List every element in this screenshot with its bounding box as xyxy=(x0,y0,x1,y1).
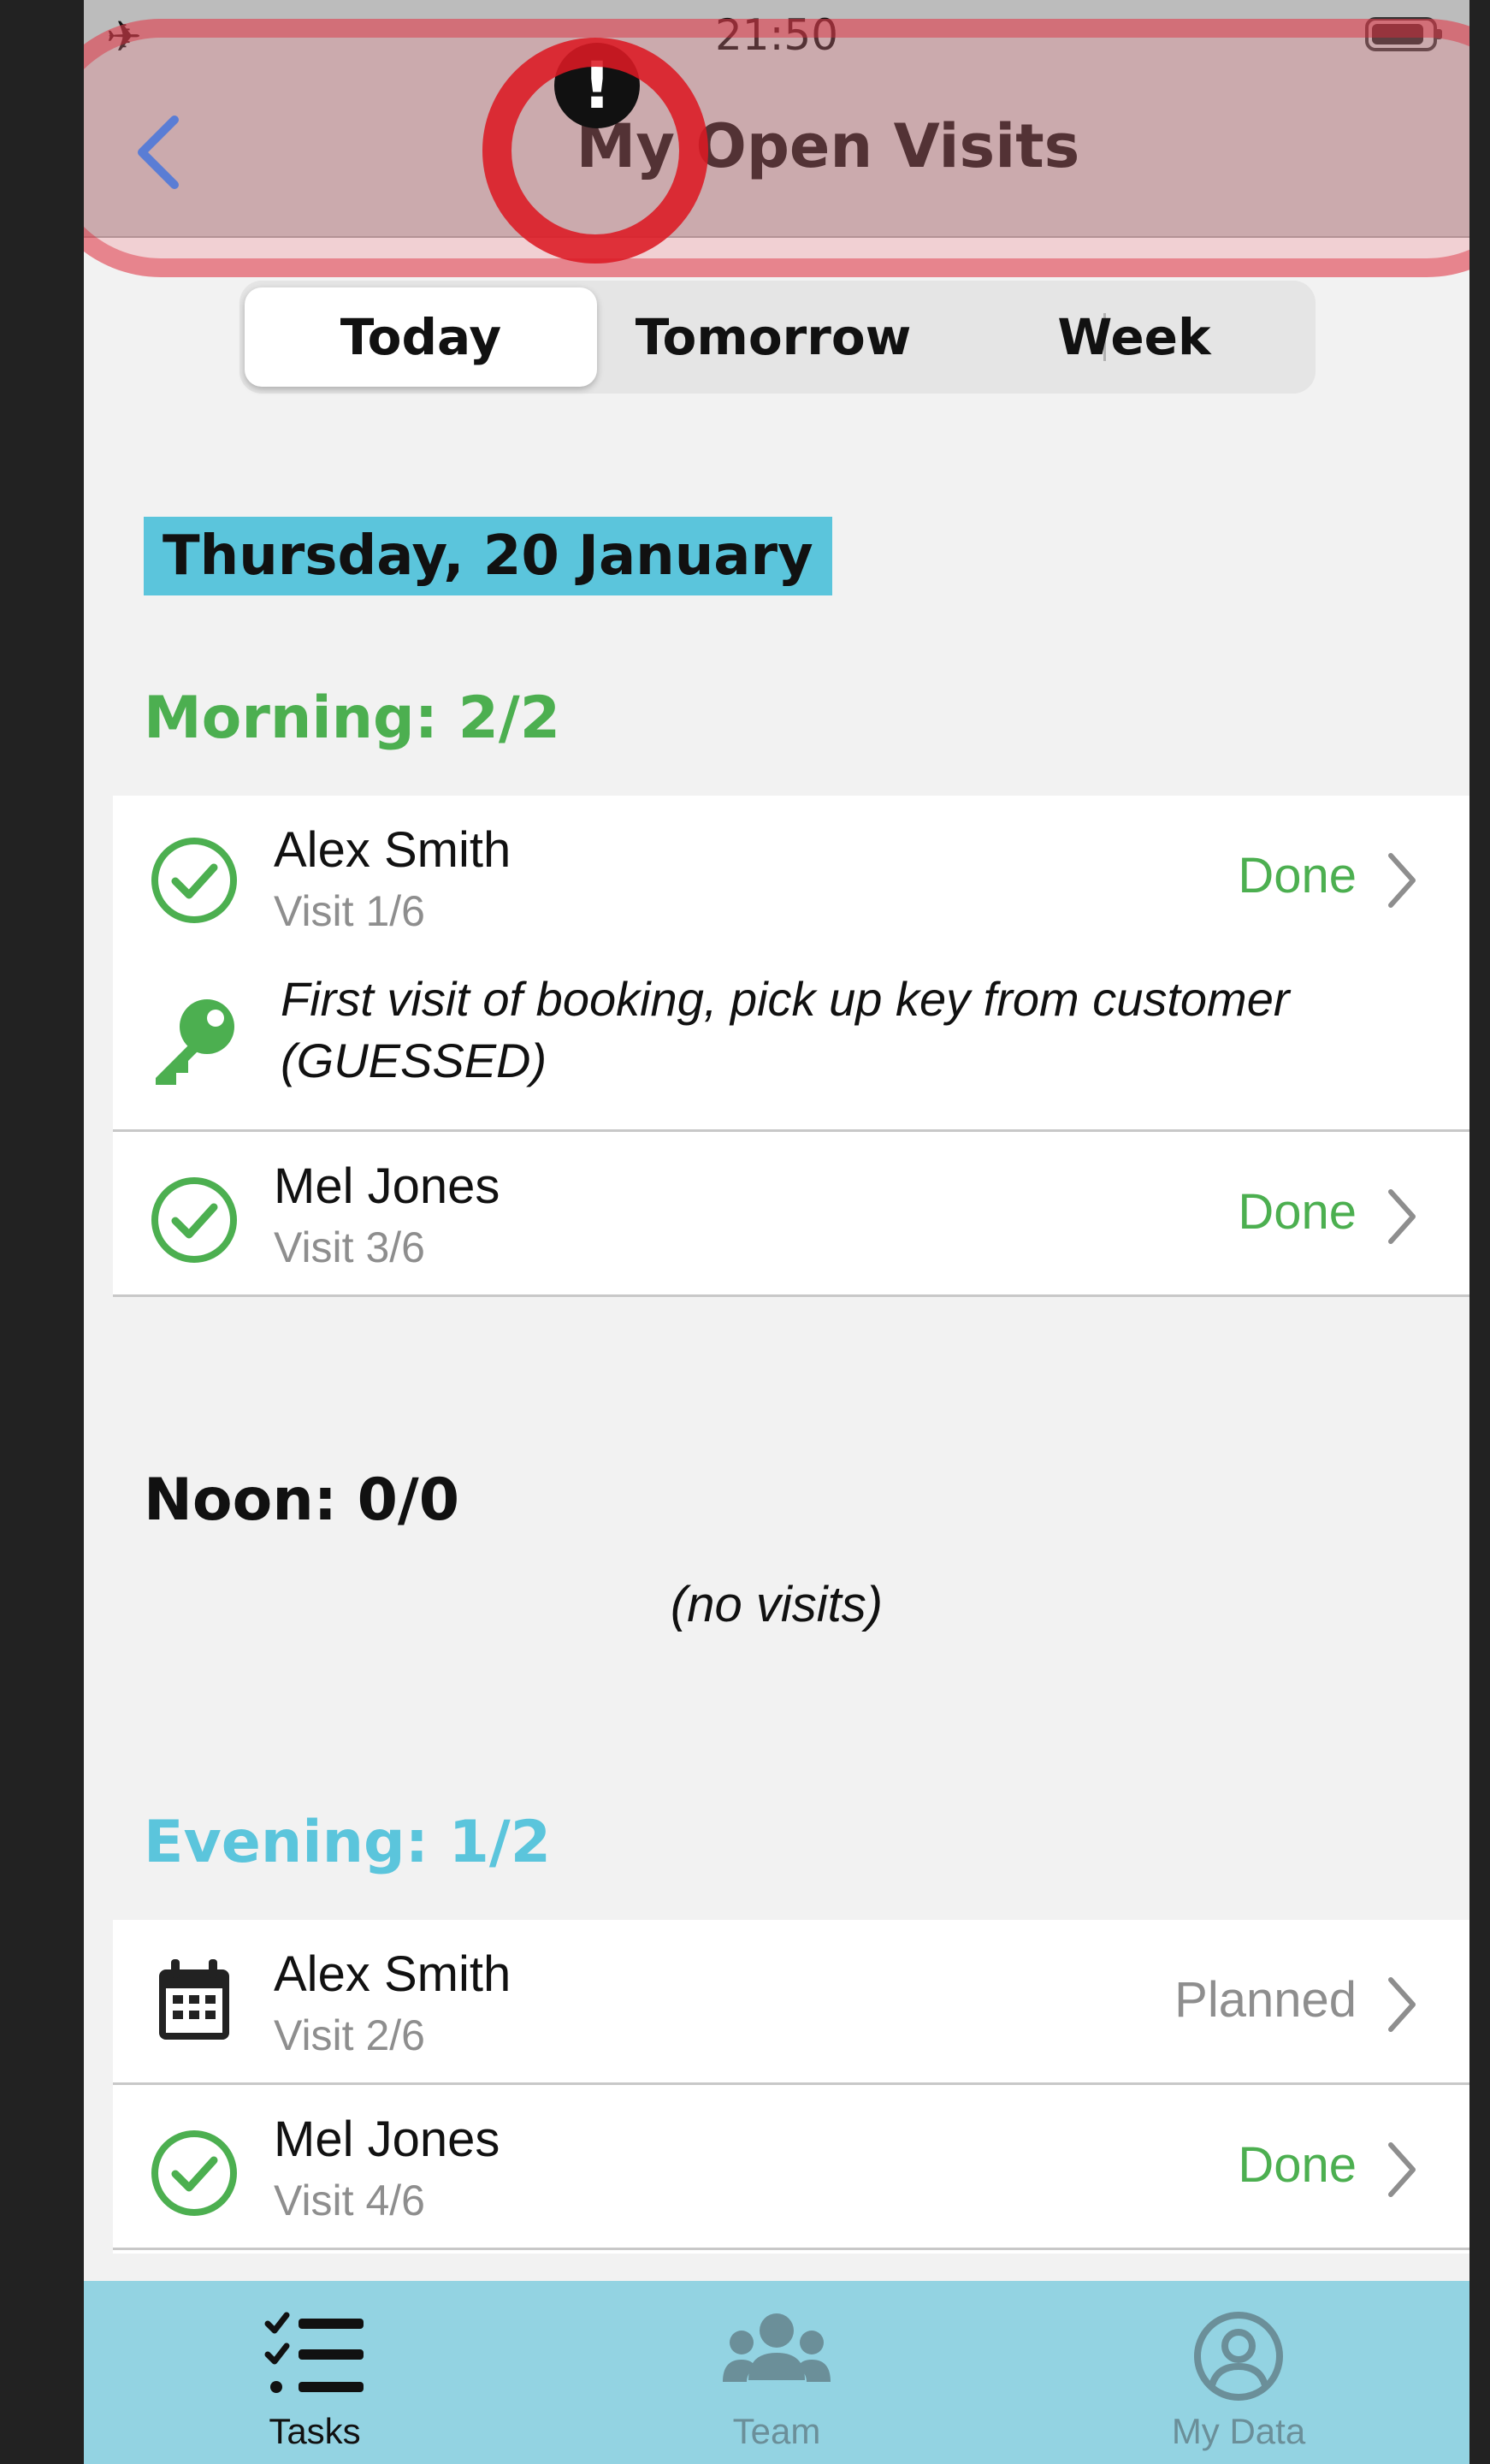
tasks-list-icon xyxy=(264,2312,364,2393)
segment-tomorrow[interactable]: Tomorrow xyxy=(597,287,949,387)
calendar-icon xyxy=(159,1959,229,2040)
tab-label: Tasks xyxy=(269,2411,361,2451)
segment-today[interactable]: Today xyxy=(245,287,597,387)
visit-number: Visit 2/6 xyxy=(274,2011,425,2059)
tab-bar: Tasks Team My Data xyxy=(84,2281,1469,2464)
row-divider xyxy=(113,2248,1469,2250)
visit-number: Visit 1/6 xyxy=(274,887,425,935)
visit-name: Mel Jones xyxy=(274,1158,500,1214)
row-divider xyxy=(113,1294,1469,1297)
visit-name: Mel Jones xyxy=(274,2112,500,2167)
visit-row[interactable]: Mel Jones Visit 3/6 Done xyxy=(113,1132,1469,1294)
tab-label: Team xyxy=(732,2411,821,2451)
check-circle-icon xyxy=(151,2130,237,2216)
tab-tasks[interactable]: Tasks xyxy=(84,2281,546,2464)
visit-row[interactable]: Alex Smith Visit 1/6 Done First visit of… xyxy=(113,796,1469,1129)
chevron-right-icon xyxy=(1388,1189,1416,1244)
evening-card: Alex Smith Visit 2/6 Planned Mel Jones V… xyxy=(113,1920,1469,2254)
date-header: Thursday, 20 January xyxy=(144,517,832,595)
visit-status: Done xyxy=(1238,1184,1357,1240)
tab-label: My Data xyxy=(1171,2411,1306,2451)
annotation-highlight xyxy=(84,19,1469,277)
visit-row[interactable]: Mel Jones Visit 4/6 Done xyxy=(113,2085,1469,2248)
user-circle-icon xyxy=(1194,2312,1283,2401)
visit-number: Visit 3/6 xyxy=(274,1223,425,1271)
visit-name: Alex Smith xyxy=(274,822,511,878)
phone-screen: ✈ 21:50 My Open Visits ! Today Tomorrow … xyxy=(84,0,1469,2464)
team-icon xyxy=(723,2313,831,2382)
section-header-evening: Evening: 1/2 xyxy=(144,1809,552,1876)
tab-my-data[interactable]: My Data xyxy=(1008,2281,1469,2464)
chevron-right-icon xyxy=(1388,1977,1416,2032)
section-header-morning: Morning: 2/2 xyxy=(144,684,561,752)
visit-status: Done xyxy=(1238,848,1357,903)
tab-team[interactable]: Team xyxy=(546,2281,1008,2464)
section-header-noon: Noon: 0/0 xyxy=(144,1466,460,1534)
visit-row[interactable]: Alex Smith Visit 2/6 Planned xyxy=(113,1920,1469,2082)
visit-status: Done xyxy=(1238,2137,1357,2193)
visit-status: Planned xyxy=(1174,1972,1357,2028)
chevron-right-icon xyxy=(1388,853,1416,908)
key-icon xyxy=(156,999,234,1085)
check-circle-icon xyxy=(151,1177,237,1263)
visit-note: First visit of booking, pick up key from… xyxy=(281,972,1290,1087)
morning-card: Alex Smith Visit 1/6 Done First visit of… xyxy=(113,796,1469,1297)
empty-state-text: (no visits) xyxy=(670,1577,884,1632)
segment-week[interactable]: Week xyxy=(958,287,1310,387)
visit-name: Alex Smith xyxy=(274,1946,511,2002)
check-circle-icon xyxy=(151,838,237,923)
chevron-right-icon xyxy=(1388,2142,1416,2197)
annotation-circle xyxy=(482,38,708,264)
segmented-control: Today Tomorrow Week xyxy=(239,281,1316,394)
visit-number: Visit 4/6 xyxy=(274,2177,425,2224)
